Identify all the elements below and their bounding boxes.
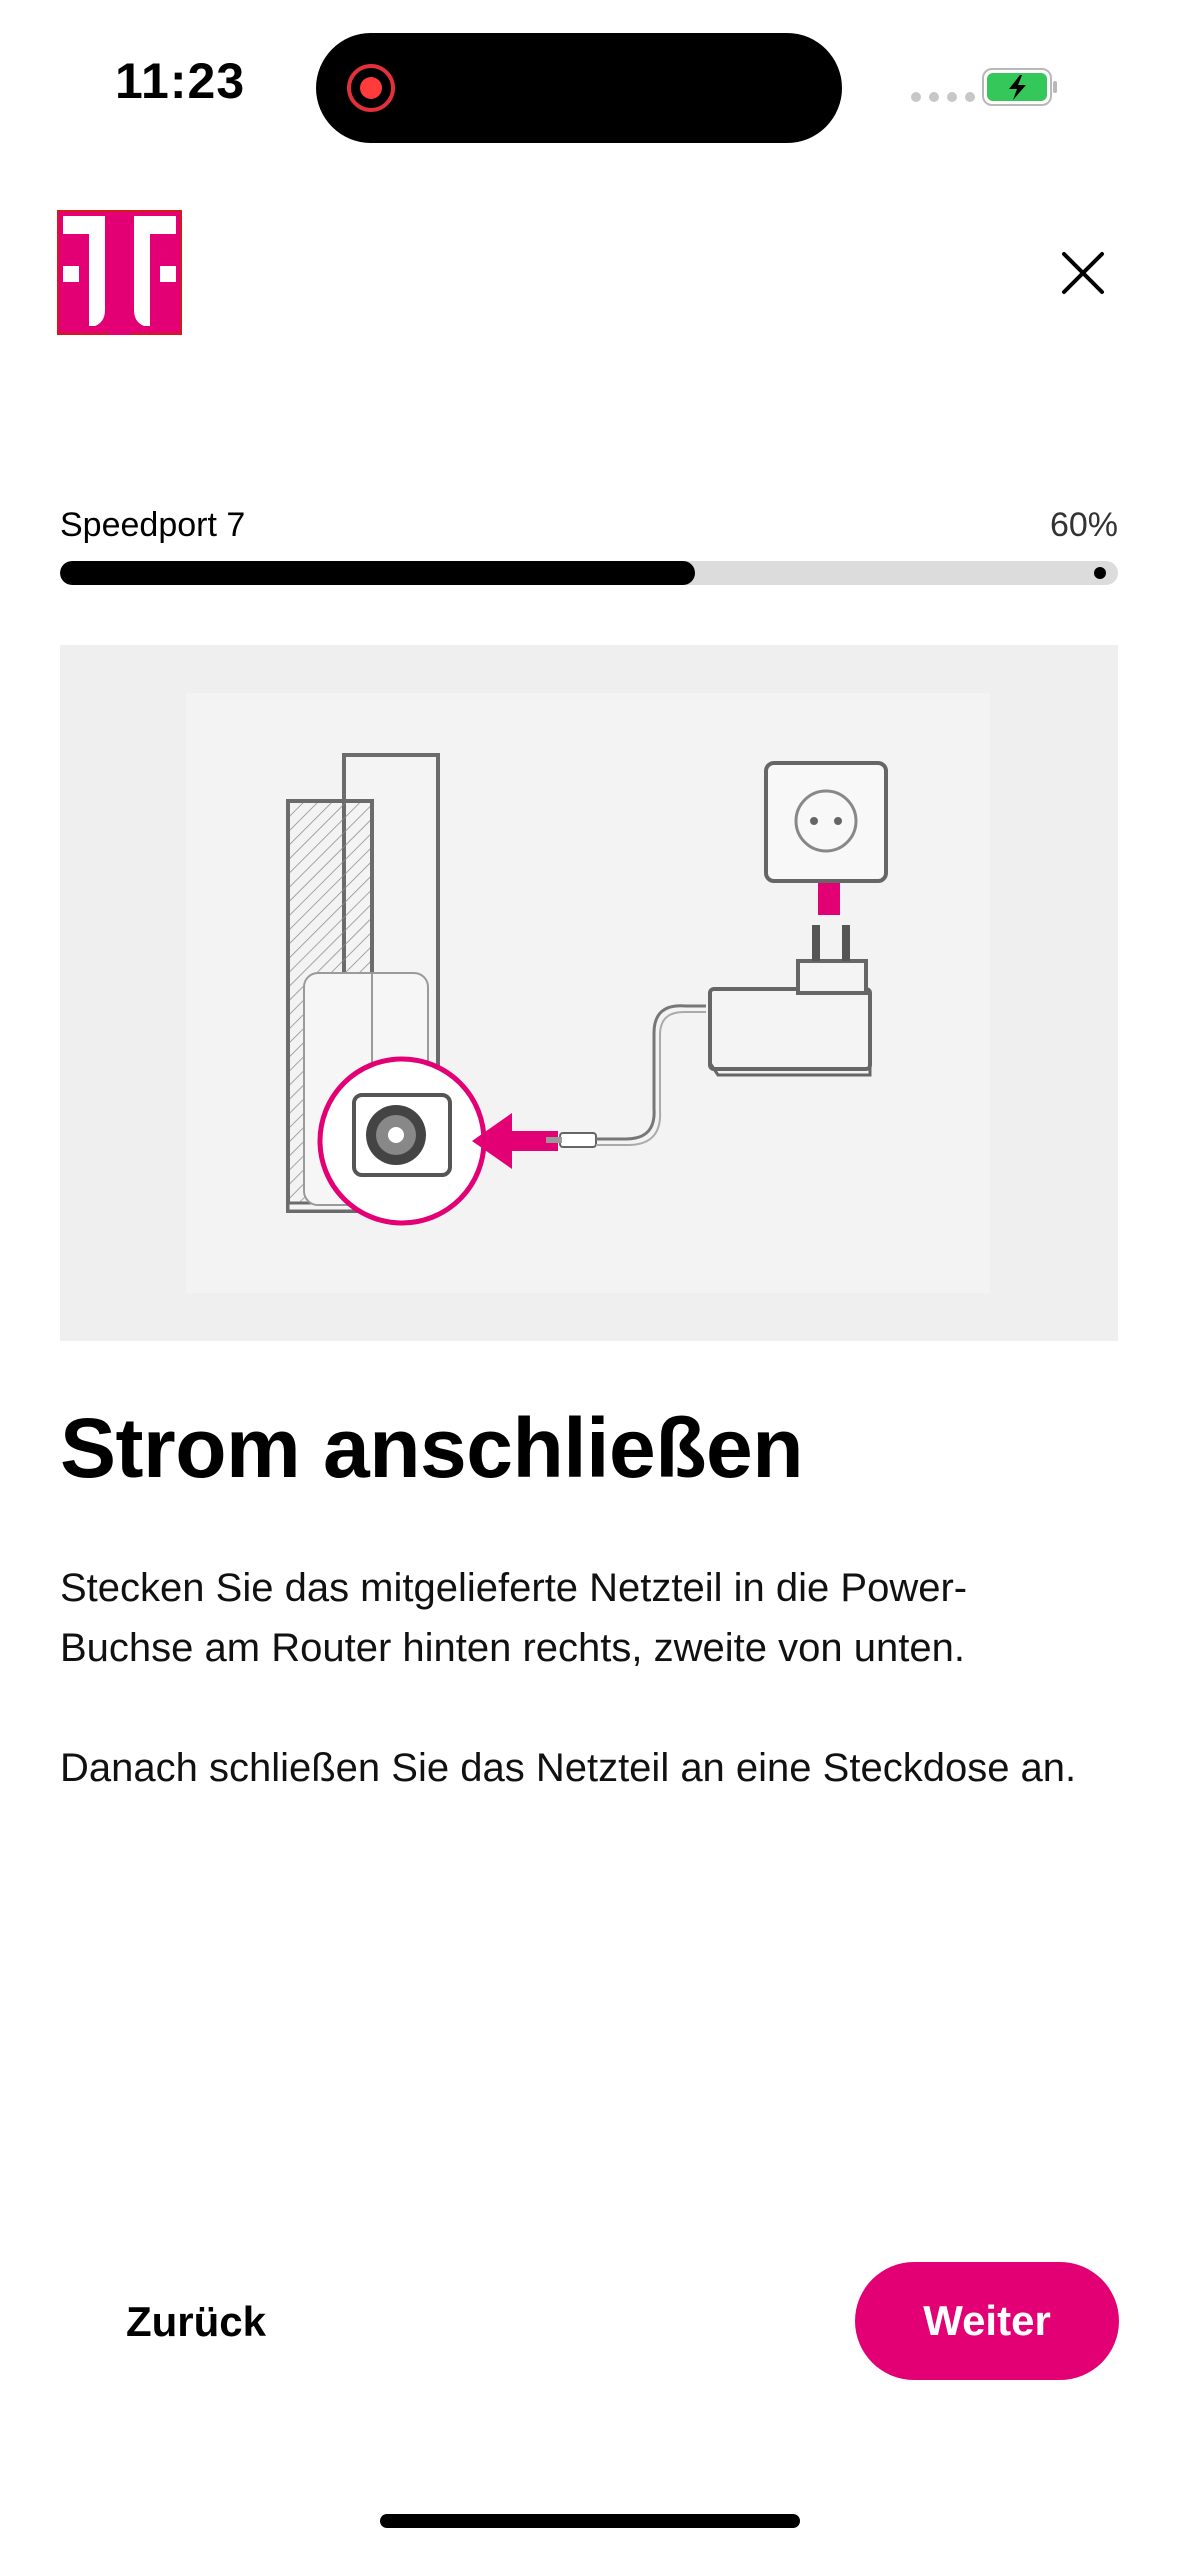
- router-power-connection-illustration: [286, 753, 888, 1226]
- battery-charging-icon: [982, 68, 1057, 106]
- instruction-text-1: Stecken Sie das mitgelieferte Netzteil i…: [60, 1566, 968, 1670]
- progress-bar: [60, 561, 1118, 585]
- page-title: Strom anschließen: [60, 1401, 804, 1495]
- progress-label: Speedport 7: [60, 506, 246, 544]
- cellular-signal-icon: [911, 92, 975, 102]
- progress-fill: [60, 561, 695, 585]
- screen-recording-icon: [347, 64, 395, 112]
- instruction-text-2: Danach schließen Sie das Netzteil an ein…: [60, 1746, 1077, 1790]
- home-indicator: [380, 2514, 800, 2528]
- close-icon[interactable]: [1058, 248, 1108, 298]
- status-time: 11:23: [115, 53, 246, 109]
- next-button[interactable]: Weiter: [855, 2262, 1119, 2380]
- back-button[interactable]: Zurück: [100, 2262, 292, 2382]
- progress-end-dot: [1094, 567, 1106, 579]
- telekom-logo-icon: [57, 210, 182, 335]
- progress-percent: 60%: [1049, 506, 1118, 544]
